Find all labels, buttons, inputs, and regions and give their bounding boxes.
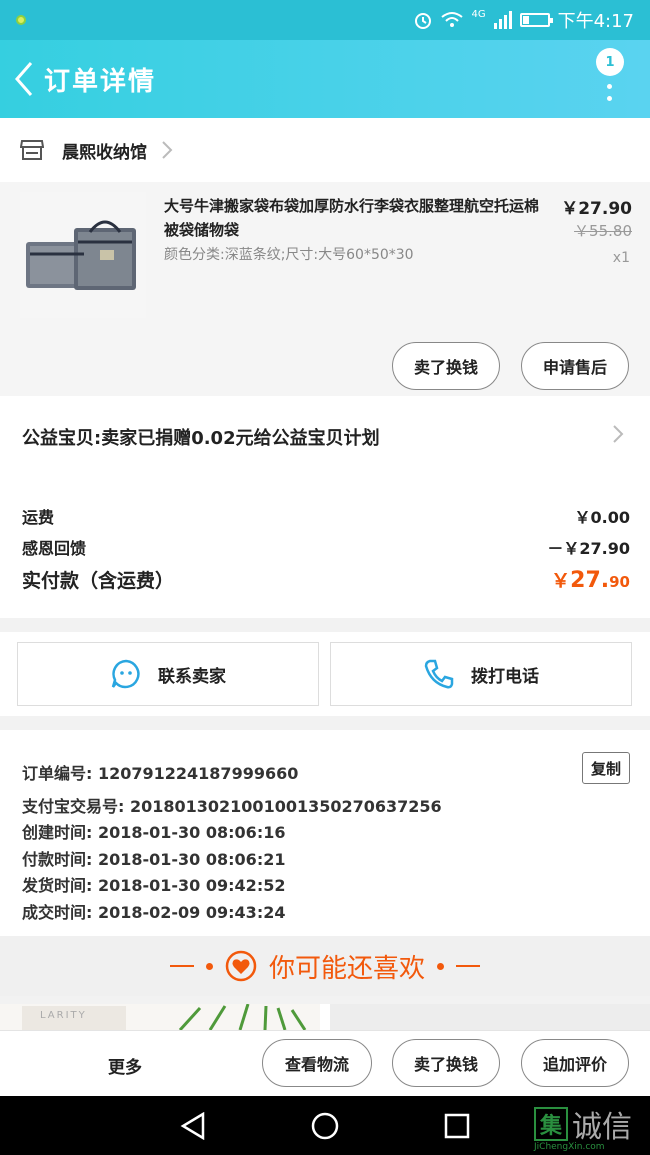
nav-recents-icon[interactable]	[444, 1113, 470, 1139]
product-title: 大号牛津搬家袋布袋加厚防水行李袋衣服整理航空托运棉被袋储物袋	[164, 197, 540, 239]
clock: 下午4:17	[557, 11, 634, 32]
recommend-item-book: LARITY	[22, 1006, 126, 1030]
total-label: 实付款（含运费）	[22, 570, 175, 592]
shipping-row: 运费 ￥0.00	[22, 504, 630, 528]
shop-name: 晨熙收纳馆	[62, 142, 147, 163]
charity-row[interactable]: 公益宝贝:卖家已捐赠0.02元给公益宝贝计划	[0, 396, 650, 478]
order-number: 订单编号: 120791224187999660	[22, 764, 299, 783]
add-review-button[interactable]: 追加评价	[521, 1039, 629, 1087]
watermark-sub: JiChengXin.com	[534, 1142, 605, 1152]
total-value: ￥27.90	[551, 566, 630, 593]
shipping-label: 运费	[22, 508, 55, 527]
nav-back-icon[interactable]	[180, 1112, 206, 1140]
created-time: 创建时间: 2018-01-30 08:06:16	[22, 823, 286, 842]
decor-dot	[205, 962, 213, 970]
call-button[interactable]: 拨打电话	[330, 642, 632, 706]
sell-for-cash-bottom-button[interactable]: 卖了换钱	[392, 1039, 500, 1087]
bottom-action-bar: 更多 查看物流 卖了换钱 追加评价	[0, 1030, 650, 1096]
product-spec: 颜色分类:深蓝条纹;尺寸:大号60*50*30	[164, 247, 414, 263]
charity-text: 公益宝贝:卖家已捐赠0.02元给公益宝贝计划	[22, 428, 380, 449]
notification-icon	[16, 15, 26, 25]
call-label: 拨打电话	[471, 666, 539, 687]
total-currency: ￥	[551, 570, 571, 592]
page-title: 订单详情	[44, 66, 157, 97]
shop-row[interactable]: 晨熙收纳馆	[0, 118, 650, 182]
watermark-logo: 集 诚信 JiChengXin.com	[534, 1102, 632, 1152]
sell-for-cash-button[interactable]: 卖了换钱	[392, 342, 500, 390]
shipping-value: ￥0.00	[574, 508, 630, 527]
system-nav-bar: 集 诚信 JiChengXin.com	[0, 1096, 650, 1155]
wifi-icon	[441, 12, 464, 27]
message-badge: 1	[596, 48, 624, 76]
header: 订单详情 1	[0, 40, 650, 118]
product-price: ￥27.90	[561, 199, 632, 219]
menu-dot-icon	[607, 96, 612, 101]
watermark-brand: 诚信	[572, 1110, 632, 1145]
recommend-list: LARITY	[0, 1004, 650, 1030]
product-quantity: x1	[612, 250, 630, 266]
total-integer: 27.	[570, 568, 610, 593]
view-logistics-button[interactable]: 查看物流	[262, 1039, 372, 1087]
total-row: 实付款（含运费） ￥27.90	[22, 566, 630, 593]
copy-button[interactable]: 复制	[582, 752, 630, 784]
menu-dot-icon	[607, 84, 612, 89]
alarm-icon	[415, 13, 432, 29]
decor-line	[169, 965, 194, 967]
discount-label: 感恩回馈	[22, 539, 87, 558]
status-bar: 4G 下午4:17	[0, 0, 650, 40]
contact-seller-label: 联系卖家	[158, 666, 226, 687]
paid-time: 付款时间: 2018-01-30 08:06:21	[22, 850, 286, 869]
phone-icon	[424, 659, 454, 689]
completed-time: 成交时间: 2018-02-09 09:43:24	[22, 903, 286, 922]
request-after-sale-button[interactable]: 申请售后	[521, 342, 629, 390]
nav-home-icon[interactable]	[310, 1111, 340, 1141]
signal-icon	[493, 11, 512, 29]
order-info: 订单编号: 120791224187999660 复制 支付宝交易号: 2018…	[0, 730, 650, 936]
chat-icon	[111, 659, 140, 689]
recommend-title: 你可能还喜欢	[268, 953, 425, 984]
product-original-price: ￥55.80	[574, 222, 632, 240]
contact-section: 联系卖家 拨打电话	[0, 632, 650, 716]
recommend-item[interactable]: LARITY	[0, 1004, 320, 1030]
battery-icon	[519, 13, 553, 27]
heart-icon	[225, 950, 257, 982]
product-card[interactable]: 大号牛津搬家袋布袋加厚防水行李袋衣服整理航空托运棉被袋储物袋 颜色分类:深蓝条纹…	[0, 182, 650, 396]
chevron-right-icon	[162, 141, 173, 159]
contact-seller-button[interactable]: 联系卖家	[17, 642, 319, 706]
network-type: 4G	[471, 8, 486, 20]
shipped-time: 发货时间: 2018-01-30 09:42:52	[22, 876, 286, 895]
store-icon	[20, 140, 44, 160]
watermark-box: 集	[534, 1107, 568, 1141]
recommend-item[interactable]	[330, 1004, 650, 1030]
recommend-header: 你可能还喜欢	[0, 936, 650, 996]
decor-dot	[437, 962, 444, 970]
discount-value: －￥27.90	[547, 539, 630, 558]
discount-row: 感恩回馈 －￥27.90	[22, 535, 630, 559]
back-icon[interactable]	[4, 40, 44, 118]
total-decimal: 90	[609, 573, 630, 591]
alipay-transaction-no: 支付宝交易号: 2018013021001001350270637256	[22, 797, 442, 816]
more-menu-button[interactable]: 1	[594, 48, 628, 106]
status-icons: 4G 下午4:17	[413, 7, 634, 33]
product-image[interactable]	[20, 192, 146, 318]
fee-summary: 运费 ￥0.00 感恩回馈 －￥27.90 实付款（含运费） ￥27.90	[0, 478, 650, 618]
more-button[interactable]: 更多	[108, 1053, 142, 1078]
decor-line	[456, 965, 480, 967]
chevron-right-icon	[613, 425, 624, 443]
